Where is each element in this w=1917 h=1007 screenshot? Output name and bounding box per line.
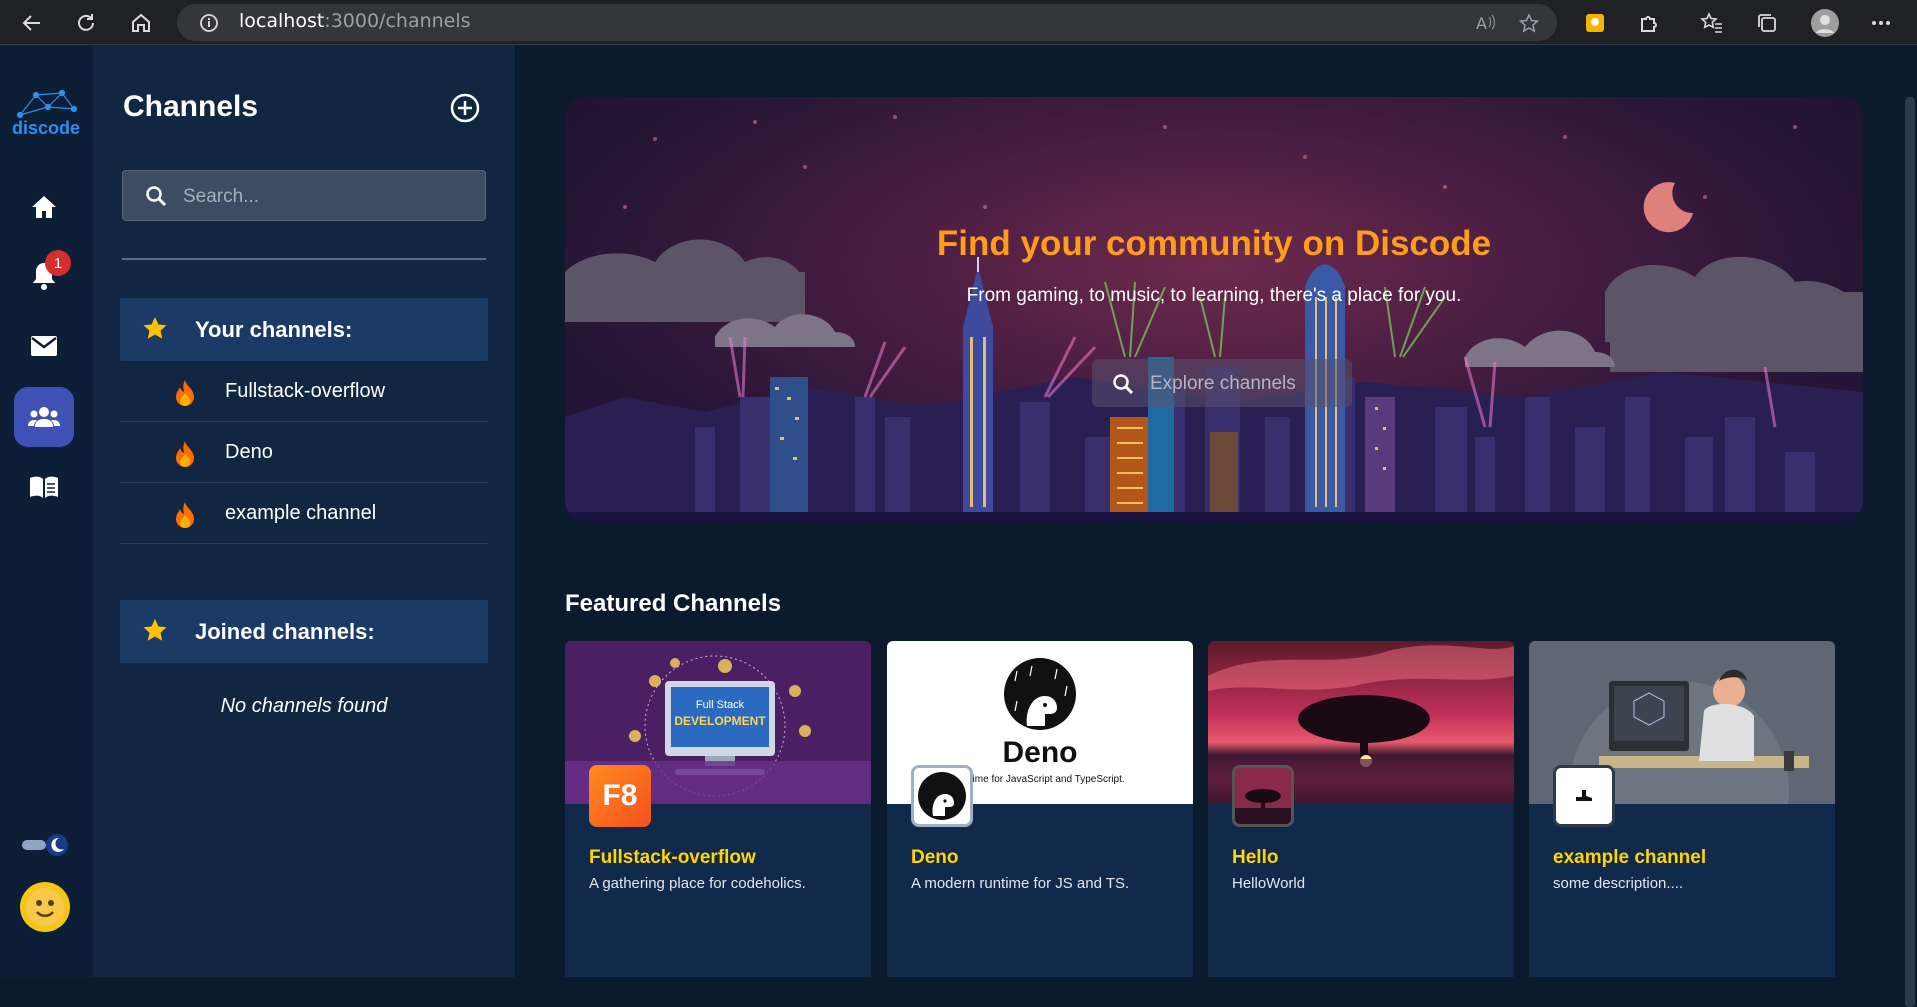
channel-card-deno[interactable]: Deno runtime for JavaScript and TypeScri… xyxy=(887,641,1193,977)
star-icon xyxy=(143,317,167,339)
user-avatar[interactable] xyxy=(20,882,70,932)
fire-icon xyxy=(176,502,194,528)
banner-line-1: Full Stack xyxy=(695,699,745,711)
read-aloud-icon[interactable]: A xyxy=(1475,13,1497,33)
channel-item-deno[interactable]: Deno xyxy=(120,422,488,483)
featured-title: Featured Channels xyxy=(565,590,782,617)
hero-banner: Find your community on Discode From gami… xyxy=(565,97,1863,521)
logo-icon xyxy=(16,89,78,119)
card-description: A modern runtime for JS and TS. xyxy=(911,875,1130,892)
search-placeholder: Search... xyxy=(183,186,260,207)
channel-card-hello[interactable]: Hello HelloWorld xyxy=(1208,641,1514,977)
channel-card-fullstack-overflow[interactable]: Full Stack DEVELOPMENT F8 Fullstack-over… xyxy=(565,641,871,977)
channel-card-example-channel[interactable]: example channel some description.... xyxy=(1529,641,1835,977)
fire-icon xyxy=(176,380,194,406)
explore-placeholder: Explore channels xyxy=(1150,373,1296,394)
url-path: :3000/channels xyxy=(324,10,471,32)
joined-channels-header: Joined channels: xyxy=(120,600,488,663)
channel-label: Deno xyxy=(225,441,273,463)
star-icon xyxy=(143,619,167,641)
card-channel-icon xyxy=(1232,765,1294,827)
extension-icon[interactable] xyxy=(1580,8,1610,38)
banner-line-2: DEVELOPMENT xyxy=(674,714,766,728)
search-icon xyxy=(1113,374,1134,395)
card-name: example channel xyxy=(1553,847,1707,868)
scrollbar[interactable] xyxy=(1902,45,1917,1007)
back-arrow-icon[interactable] xyxy=(17,8,47,38)
channels-nav-icon[interactable] xyxy=(14,387,74,447)
puzzle-icon[interactable] xyxy=(1635,8,1665,38)
boot-icon xyxy=(1576,790,1592,801)
reload-icon[interactable] xyxy=(71,8,101,38)
channel-label: example channel xyxy=(225,502,377,524)
hero-title: Find your community on Discode xyxy=(936,224,1492,263)
deno-icon xyxy=(918,772,966,820)
joined-channels-label: Joined channels: xyxy=(195,619,375,644)
card-description: some description.... xyxy=(1553,875,1684,892)
collections-icon[interactable] xyxy=(1752,8,1782,38)
card-channel-icon xyxy=(1553,765,1615,827)
city-skyline-illustration xyxy=(565,115,1863,521)
panel-title: Channels xyxy=(123,90,259,123)
favorite-star-icon[interactable] xyxy=(1519,13,1541,35)
book-icon[interactable] xyxy=(14,457,74,517)
favorites-icon[interactable] xyxy=(1697,8,1727,38)
channel-item-example-channel[interactable]: example channel xyxy=(120,483,488,544)
url-host: localhost xyxy=(239,10,325,32)
profile-icon[interactable] xyxy=(1810,8,1840,38)
url-text: localhost:3000/channels xyxy=(239,10,471,32)
card-description: HelloWorld xyxy=(1232,875,1306,892)
more-menu-icon[interactable] xyxy=(1866,8,1896,38)
explore-channels-input[interactable]: Explore channels xyxy=(1092,359,1352,407)
your-channels-header: Your channels: xyxy=(120,298,488,361)
home-icon[interactable] xyxy=(126,8,156,38)
card-channel-icon xyxy=(911,765,973,827)
add-channel-button[interactable] xyxy=(449,92,481,124)
panel-divider xyxy=(122,258,486,260)
search-icon xyxy=(146,186,167,207)
theme-toggle[interactable] xyxy=(22,834,72,856)
your-channels-label: Your channels: xyxy=(195,317,353,342)
card-description: A gathering place for codeholics. xyxy=(589,875,806,892)
card-name: Fullstack-overflow xyxy=(589,847,756,868)
card-name: Deno xyxy=(911,847,959,868)
icon-text: F8 xyxy=(602,779,638,812)
card-name: Hello xyxy=(1232,847,1279,868)
logo-text: discode xyxy=(11,118,81,138)
scrollbar-thumb[interactable] xyxy=(1905,97,1915,1007)
mail-icon[interactable] xyxy=(14,316,74,376)
info-icon[interactable] xyxy=(199,13,219,33)
home-nav-icon[interactable] xyxy=(14,177,74,237)
hero-subtitle: From gaming, to music, to learning, ther… xyxy=(966,285,1462,306)
channel-item-fullstack-overflow[interactable]: Fullstack-overflow xyxy=(120,361,488,422)
no-channels-message: No channels found xyxy=(220,695,388,717)
fire-icon xyxy=(176,441,194,467)
browser-toolbar: A localhost:3000/channels xyxy=(0,0,1917,45)
card-channel-icon: F8 xyxy=(589,765,651,827)
notification-badge: 1 xyxy=(45,250,71,276)
channel-label: Fullstack-overflow xyxy=(225,380,386,402)
svg-text:A: A xyxy=(1476,14,1487,33)
channel-search-input[interactable]: Search... xyxy=(122,170,486,221)
